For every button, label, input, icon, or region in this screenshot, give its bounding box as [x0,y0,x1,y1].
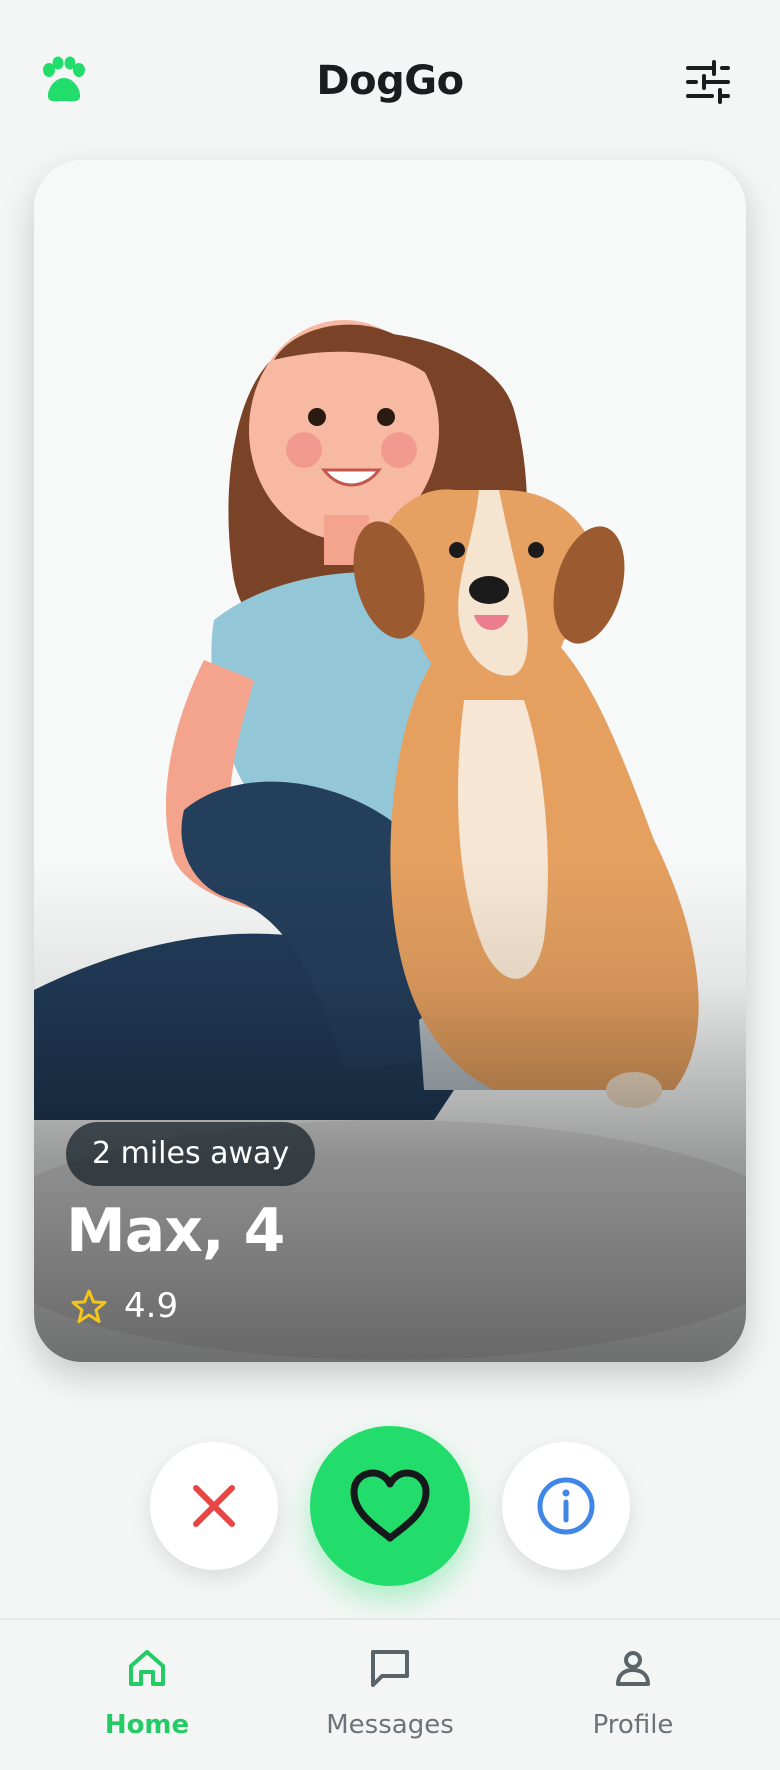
pet-name-age: Max, 4 [66,1196,285,1266]
app-title: DogGo [316,58,464,104]
info-button[interactable] [502,1442,630,1570]
person-icon [616,1651,650,1686]
tab-home-label: Home [104,1710,190,1740]
rating-value: 4.9 [124,1286,179,1326]
swipe-actions [0,1380,780,1620]
info-icon [537,1477,595,1535]
bottom-tab-bar: Home Messages Profile [0,1618,780,1770]
app-header: DogGo [0,0,780,160]
chat-icon [371,1650,409,1687]
home-icon [129,1650,165,1686]
heart-icon [350,1469,430,1542]
profile-card[interactable]: 2 miles away Max, 4 4.9 [34,160,746,1362]
like-button[interactable] [310,1426,470,1586]
filter-sliders-icon[interactable] [684,58,732,106]
tab-profile-label: Profile [592,1710,674,1740]
tab-profile[interactable]: Profile [533,1620,733,1770]
tab-messages-label: Messages [326,1710,454,1740]
tab-messages[interactable]: Messages [290,1620,490,1770]
distance-badge: 2 miles away [66,1122,316,1186]
star-icon [71,1289,107,1323]
tab-home[interactable]: Home [47,1620,247,1770]
pass-button[interactable] [150,1442,278,1570]
close-icon [193,1485,235,1527]
